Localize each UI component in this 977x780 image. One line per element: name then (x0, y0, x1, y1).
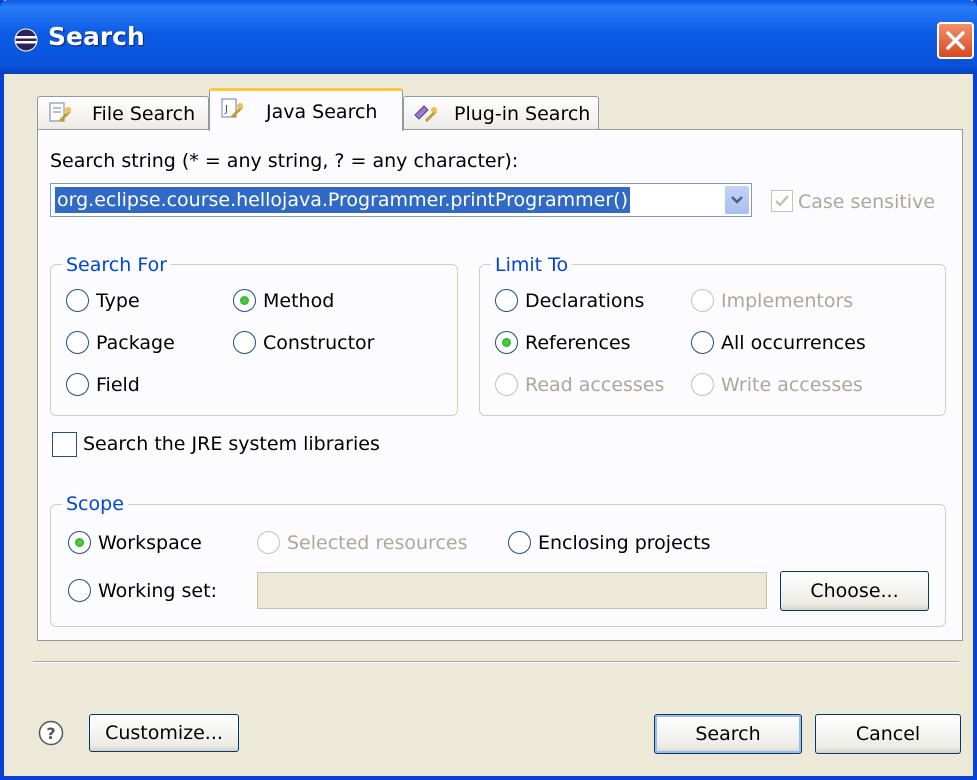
radio-label-references: References (525, 332, 631, 354)
close-button[interactable] (937, 22, 974, 59)
customize-button[interactable]: Customize... (89, 714, 239, 752)
plugin-search-icon (414, 105, 438, 123)
svg-text:J: J (224, 104, 228, 115)
title-bar[interactable]: Search (0, 0, 977, 74)
tab-label: File Search (92, 103, 196, 125)
radio-label-constructor: Constructor (263, 332, 375, 354)
radio-write-accesses[interactable] (691, 373, 714, 396)
radio-method[interactable] (233, 289, 256, 312)
search-for-title: Search For (62, 254, 172, 276)
radio-label-read-accesses: Read accesses (525, 374, 665, 396)
radio-type[interactable] (66, 289, 89, 312)
cancel-button[interactable]: Cancel (815, 714, 961, 754)
scope-title: Scope (62, 493, 128, 515)
working-set-field[interactable] (257, 572, 767, 609)
radio-read-accesses[interactable] (495, 373, 518, 396)
tab-file-search[interactable]: File Search (37, 96, 209, 129)
radio-label-working-set: Working set: (98, 580, 217, 602)
radio-workspace[interactable] (68, 531, 91, 554)
radio-label-package: Package (96, 332, 175, 354)
radio-package[interactable] (66, 331, 89, 354)
java-search-icon: J (221, 98, 244, 119)
radio-label-selected-resources: Selected resources (287, 532, 468, 554)
search-string-label: Search string (* = any string, ? = any c… (50, 150, 519, 172)
tab-label: Java Search (266, 101, 378, 123)
jre-libraries-checkbox[interactable] (52, 432, 77, 457)
radio-label-write-accesses: Write accesses (721, 374, 863, 396)
search-string-value[interactable]: org.eclipse.course.hellojava.Programmer.… (55, 187, 631, 213)
radio-references[interactable] (495, 331, 518, 354)
radio-enclosing-projects[interactable] (508, 531, 531, 554)
help-icon[interactable]: ? (38, 720, 64, 746)
chevron-down-icon (731, 196, 743, 204)
jre-libraries-label: Search the JRE system libraries (83, 433, 380, 455)
case-sensitive-label: Case sensitive (798, 191, 936, 213)
radio-implementors[interactable] (691, 289, 714, 312)
close-icon (946, 31, 965, 50)
choose-button[interactable]: Choose... (780, 571, 929, 611)
radio-constructor[interactable] (233, 331, 256, 354)
radio-field[interactable] (66, 373, 89, 396)
radio-label-type: Type (96, 290, 140, 312)
radio-selected-resources[interactable] (257, 531, 280, 554)
radio-label-all-occurrences: All occurrences (721, 332, 866, 354)
tab-label: Plug-in Search (454, 103, 591, 125)
radio-label-implementors: Implementors (721, 290, 854, 312)
tab-plugin-search[interactable]: Plug-in Search (403, 96, 599, 129)
eclipse-icon (14, 28, 38, 52)
radio-label-workspace: Workspace (98, 532, 202, 554)
window-title: Search (48, 22, 145, 51)
radio-declarations[interactable] (495, 289, 518, 312)
radio-label-declarations: Declarations (525, 290, 645, 312)
svg-text:?: ? (46, 724, 55, 743)
checkmark-icon (775, 195, 789, 207)
tab-java-search[interactable]: J Java Search (209, 88, 403, 131)
radio-working-set[interactable] (68, 579, 91, 602)
radio-label-enclosing-projects: Enclosing projects (538, 532, 711, 554)
radio-label-method: Method (263, 290, 335, 312)
combo-dropdown-button[interactable] (725, 186, 749, 214)
radio-all-occurrences[interactable] (691, 331, 714, 354)
file-search-icon (49, 102, 72, 123)
search-button[interactable]: Search (654, 714, 802, 754)
limit-to-title: Limit To (491, 254, 573, 276)
footer-separator (33, 661, 959, 663)
radio-label-field: Field (96, 374, 140, 396)
search-string-combo[interactable]: org.eclipse.course.hellojava.Programmer.… (50, 183, 752, 217)
case-sensitive-checkbox[interactable] (771, 190, 793, 212)
